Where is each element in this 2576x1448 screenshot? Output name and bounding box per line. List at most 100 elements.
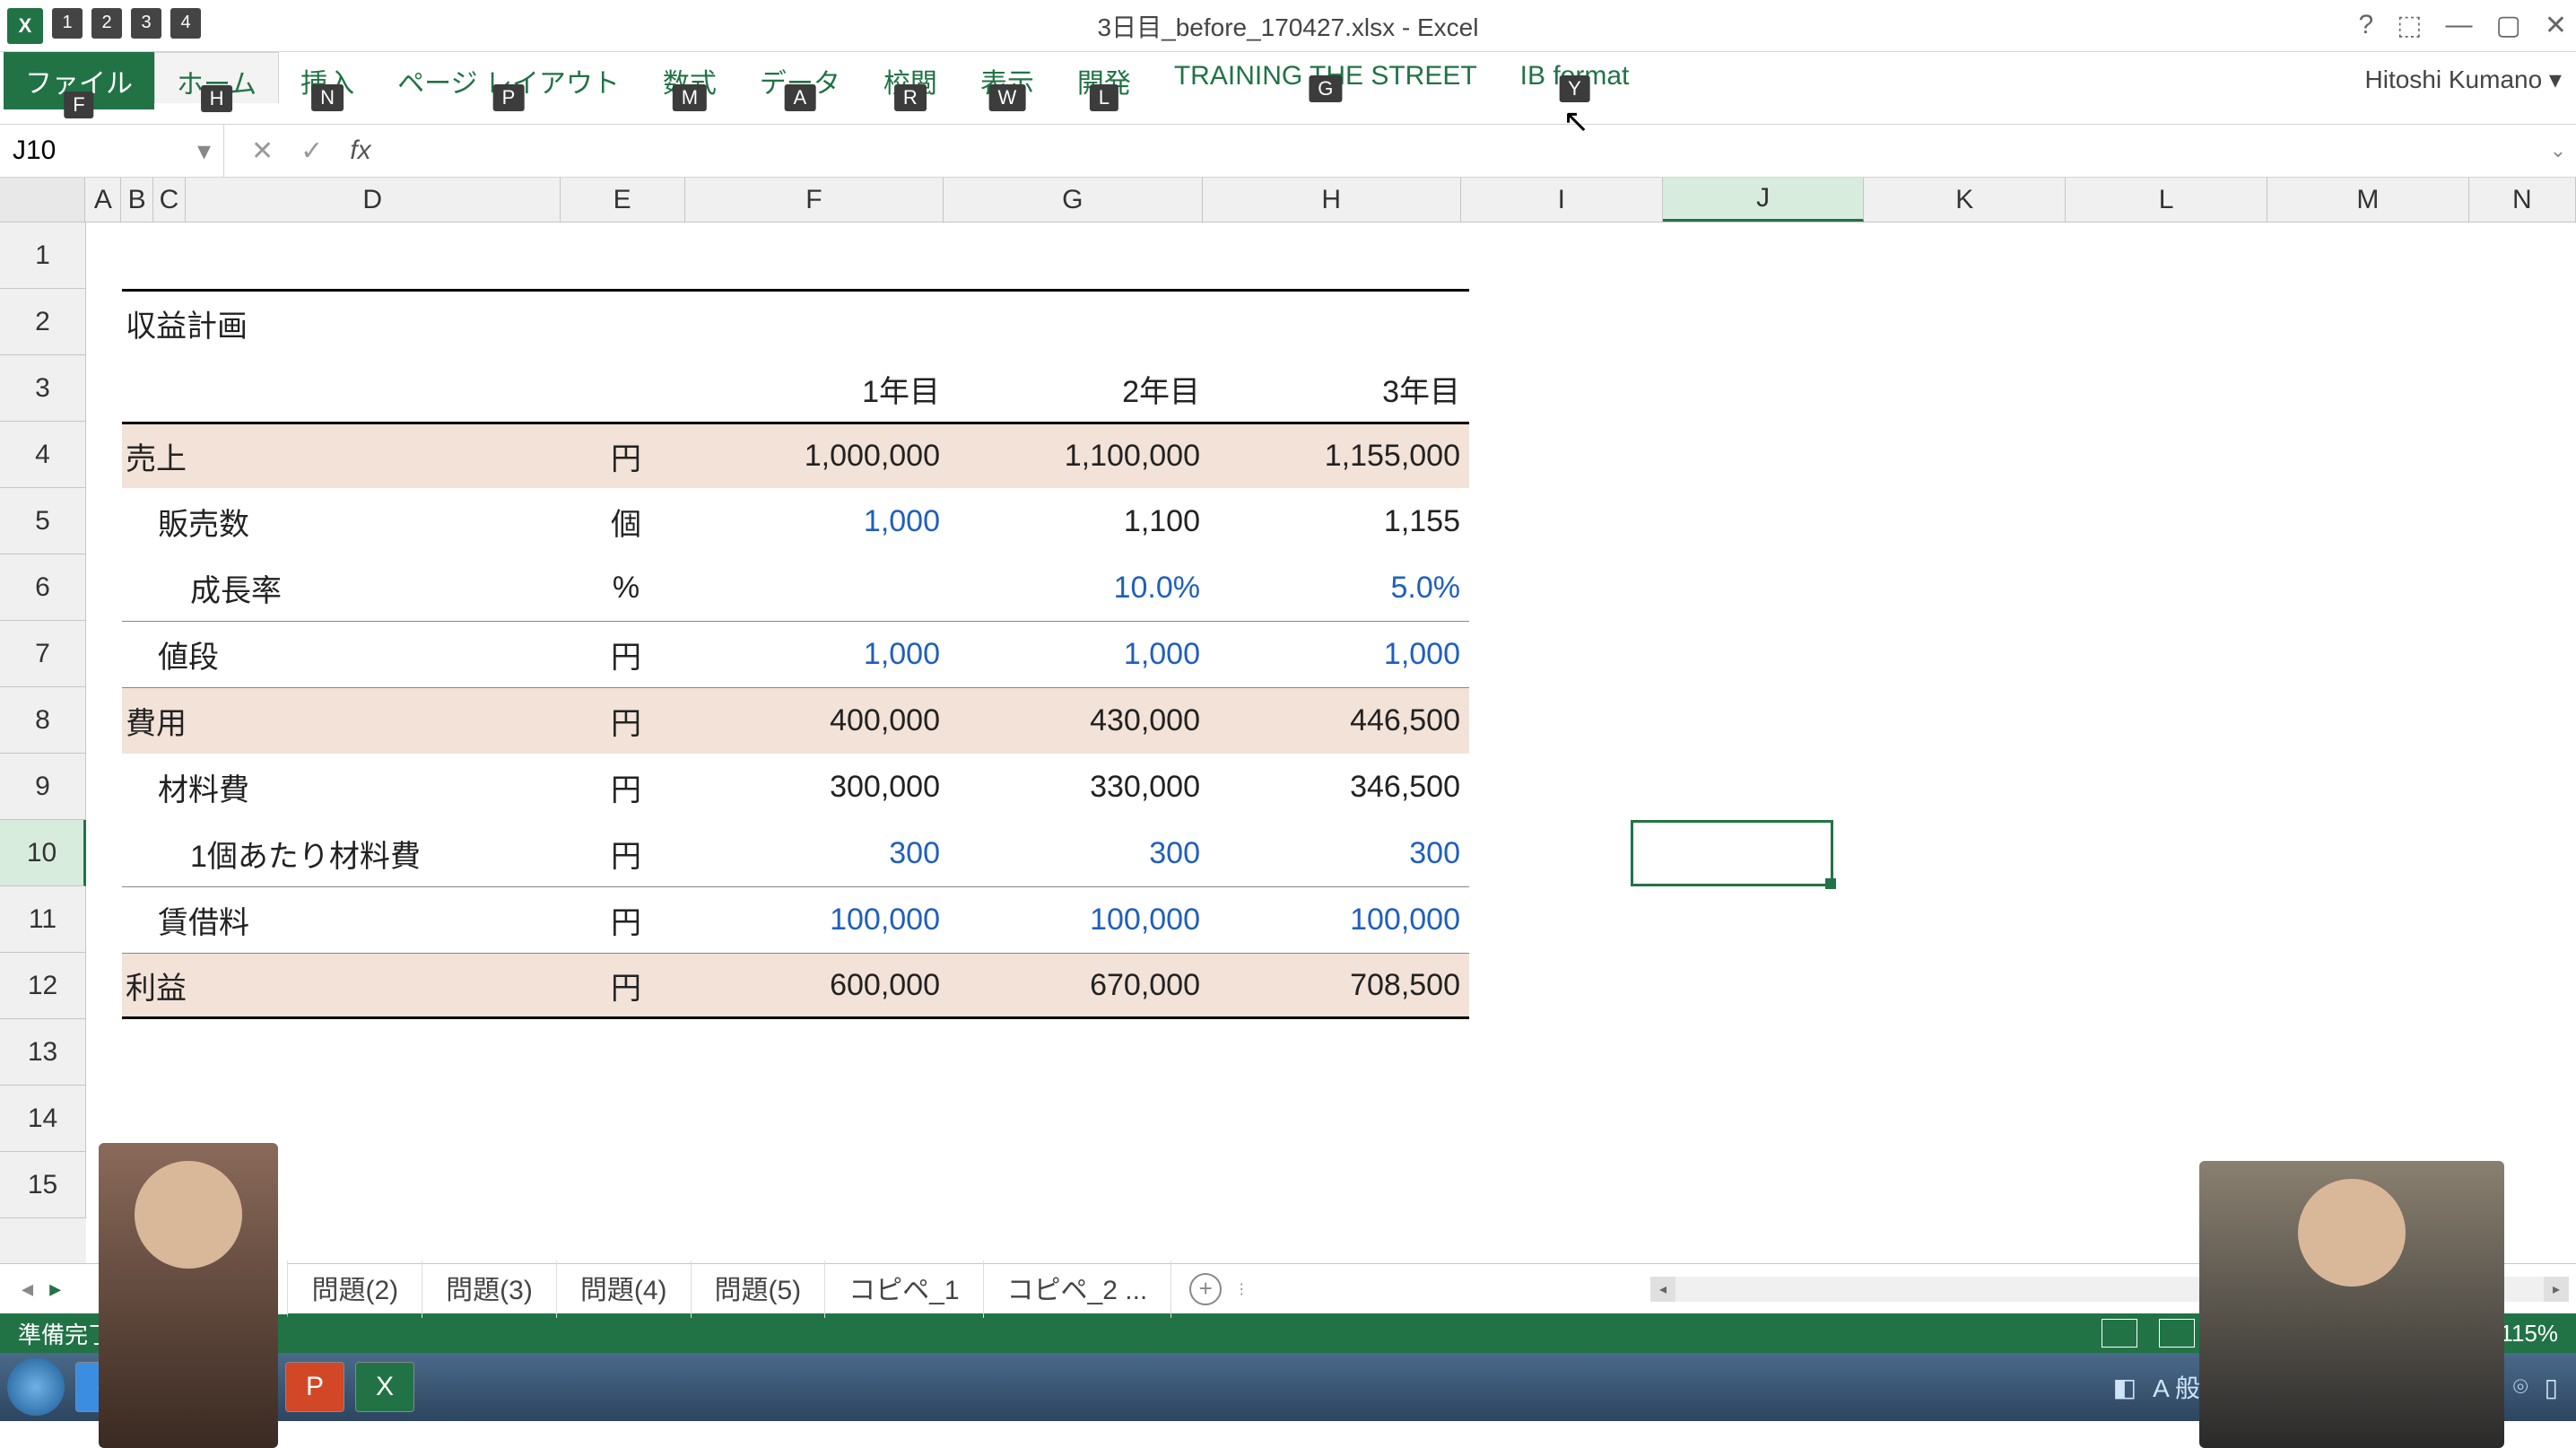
cell[interactable]: 円 bbox=[563, 422, 689, 488]
cell[interactable]: 3年目 bbox=[1209, 355, 1469, 422]
ribbon-tab-開発[interactable]: 開発L bbox=[1056, 52, 1153, 102]
sheet-tab[interactable]: コピペ_2 ... bbox=[984, 1260, 1172, 1318]
row-header-8[interactable]: 8 bbox=[0, 687, 86, 754]
sheet-tab[interactable]: コピペ_1 bbox=[825, 1260, 983, 1318]
sheet-tab[interactable]: 問題(2) bbox=[288, 1260, 422, 1318]
cell[interactable]: 2年目 bbox=[949, 355, 1209, 422]
cell[interactable]: 円 bbox=[563, 820, 689, 886]
col-header-B[interactable]: B bbox=[121, 178, 153, 222]
view-page-layout-icon[interactable] bbox=[2159, 1319, 2195, 1348]
cell[interactable]: 売上 bbox=[122, 422, 563, 488]
cell[interactable]: 1個あたり材料費 bbox=[122, 820, 563, 886]
ribbon-tab-ファイル[interactable]: ファイルF bbox=[4, 52, 154, 109]
ribbon-tab-IB format[interactable]: IB formatY bbox=[1499, 52, 1651, 93]
sheet-tab-menu-icon[interactable]: ⋮ bbox=[1222, 1280, 1261, 1298]
ime-status[interactable]: A 般 bbox=[2153, 1369, 2200, 1405]
qat-key-2[interactable]: 2 bbox=[91, 8, 122, 39]
ribbon-tab-ホーム[interactable]: ホームH bbox=[154, 52, 279, 103]
minimize-icon[interactable]: — bbox=[2446, 10, 2473, 41]
cell[interactable]: 708,500 bbox=[1209, 953, 1469, 1019]
col-header-E[interactable]: E bbox=[561, 178, 685, 222]
row-header-10[interactable]: 10 bbox=[0, 820, 86, 886]
row-header-11[interactable]: 11 bbox=[0, 886, 86, 953]
name-box[interactable]: J10 ▾ bbox=[0, 125, 224, 177]
col-header-M[interactable]: M bbox=[2267, 178, 2469, 222]
col-header-N[interactable]: N bbox=[2469, 178, 2576, 222]
col-header-L[interactable]: L bbox=[2066, 178, 2267, 222]
view-normal-icon[interactable] bbox=[2102, 1319, 2137, 1348]
cell[interactable] bbox=[86, 953, 122, 1019]
row-header-2[interactable]: 2 bbox=[0, 289, 86, 355]
cell[interactable]: 300,000 bbox=[689, 754, 949, 820]
cell[interactable] bbox=[154, 222, 187, 289]
cell[interactable] bbox=[86, 355, 689, 422]
cell[interactable] bbox=[1209, 222, 1469, 289]
ribbon-tab-挿入[interactable]: 挿入N bbox=[279, 52, 376, 102]
row-header-15[interactable]: 15 bbox=[0, 1152, 86, 1218]
cell[interactable]: 1,000,000 bbox=[689, 422, 949, 488]
ribbon-options-icon[interactable]: ⬚ bbox=[2397, 10, 2422, 41]
cell[interactable]: 1,155 bbox=[1209, 488, 1469, 554]
sheet-tab[interactable]: 問題(4) bbox=[557, 1260, 692, 1318]
cell[interactable]: 10.0% bbox=[949, 554, 1209, 621]
tray-app-icon[interactable]: ◧ bbox=[2113, 1373, 2137, 1402]
expand-formula-bar-icon[interactable]: ⌄ bbox=[2540, 139, 2576, 162]
cell[interactable]: 1,000 bbox=[1209, 621, 1469, 687]
row-header-13[interactable]: 13 bbox=[0, 1019, 86, 1086]
cell[interactable] bbox=[86, 820, 122, 886]
cells-area[interactable]: 収益計画1年目2年目3年目売上円1,000,0001,100,0001,155,… bbox=[86, 222, 2576, 1263]
sheet-title[interactable]: 収益計画 bbox=[122, 289, 1469, 355]
cell[interactable]: 346,500 bbox=[1209, 754, 1469, 820]
qat-key-3[interactable]: 3 bbox=[131, 8, 161, 39]
col-header-H[interactable]: H bbox=[1203, 178, 1461, 222]
col-header-D[interactable]: D bbox=[186, 178, 561, 222]
row-header-3[interactable]: 3 bbox=[0, 355, 86, 422]
add-sheet-button[interactable]: + bbox=[1189, 1273, 1222, 1305]
cell[interactable] bbox=[86, 289, 122, 355]
ribbon-tab-数式[interactable]: 数式M bbox=[641, 52, 738, 102]
cell[interactable]: 1,100 bbox=[949, 488, 1209, 554]
taskbar-excel-icon[interactable]: X bbox=[355, 1362, 414, 1412]
cell[interactable]: 600,000 bbox=[689, 953, 949, 1019]
name-box-dropdown-icon[interactable]: ▾ bbox=[197, 135, 211, 167]
scroll-right-icon[interactable]: ▸ bbox=[2544, 1277, 2569, 1302]
col-header-I[interactable]: I bbox=[1461, 178, 1663, 222]
tray-battery-icon[interactable]: ▯ bbox=[2545, 1373, 2558, 1402]
cell[interactable]: 430,000 bbox=[949, 687, 1209, 754]
cell[interactable] bbox=[86, 222, 122, 289]
row-header-6[interactable]: 6 bbox=[0, 554, 86, 621]
qat-key-4[interactable]: 4 bbox=[170, 8, 201, 39]
select-all-corner[interactable] bbox=[0, 178, 85, 222]
cell[interactable] bbox=[86, 754, 122, 820]
zoom-value[interactable]: 115% bbox=[2500, 1320, 2558, 1348]
tray-dropbox-icon[interactable]: ⌾ bbox=[2513, 1373, 2528, 1402]
cell[interactable]: 1,155,000 bbox=[1209, 422, 1469, 488]
sheet-tab[interactable]: 問題(5) bbox=[692, 1260, 826, 1318]
cell[interactable]: 円 bbox=[563, 886, 689, 953]
cancel-icon[interactable]: ✕ bbox=[251, 135, 274, 167]
cell[interactable]: 材料費 bbox=[122, 754, 563, 820]
cell[interactable]: 円 bbox=[563, 621, 689, 687]
cell[interactable] bbox=[86, 422, 122, 488]
col-header-G[interactable]: G bbox=[944, 178, 1202, 222]
cell[interactable]: 300 bbox=[1209, 820, 1469, 886]
cell[interactable]: 円 bbox=[563, 953, 689, 1019]
fx-icon[interactable]: fx bbox=[350, 135, 370, 166]
col-header-J[interactable]: J bbox=[1663, 178, 1865, 222]
cell[interactable]: 1,000 bbox=[689, 488, 949, 554]
cell[interactable]: 円 bbox=[563, 754, 689, 820]
ribbon-tab-データ[interactable]: データA bbox=[738, 52, 862, 102]
cell[interactable]: 300 bbox=[689, 820, 949, 886]
sheet-tab[interactable]: 問題(3) bbox=[422, 1260, 557, 1318]
cell[interactable]: 300 bbox=[949, 820, 1209, 886]
excel-icon[interactable]: X bbox=[7, 8, 43, 44]
start-button[interactable] bbox=[7, 1358, 65, 1416]
col-header-K[interactable]: K bbox=[1864, 178, 2066, 222]
cell[interactable]: % bbox=[563, 554, 689, 621]
cell[interactable]: 円 bbox=[563, 687, 689, 754]
row-header-5[interactable]: 5 bbox=[0, 488, 86, 554]
cell[interactable]: 賃借料 bbox=[122, 886, 563, 953]
cell[interactable] bbox=[86, 621, 122, 687]
cell[interactable]: 値段 bbox=[122, 621, 563, 687]
maximize-icon[interactable]: ▢ bbox=[2496, 10, 2521, 41]
